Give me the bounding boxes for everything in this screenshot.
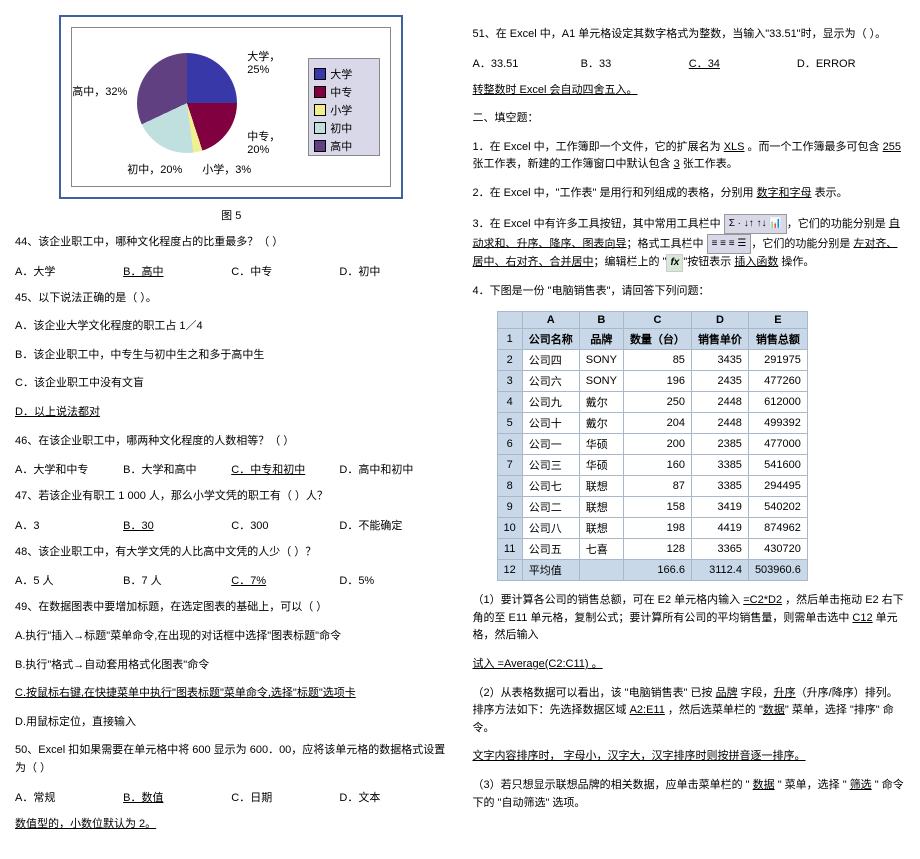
para-1: （1）要计算各公司的销售总额，可在 E2 单元格内输入 =C2*D2 ，然后单击… <box>473 592 906 645</box>
answer-51: 转整数时 Excel 会自动四舍五入。 <box>473 82 906 100</box>
para-2: （2）从表格数据可以看出，该 "电脑销售表" 已按 品牌 字段，升序（升序/降序… <box>473 685 906 738</box>
options-48: A．5 人 B．7 人 C．7% D．5% <box>15 572 448 588</box>
fill-1: 1．在 Excel 中，工作簿即一个文件，它的扩展名为 XLS 。而一个工作簿最… <box>473 139 906 174</box>
question-50: 50、Excel 扣如果需要在单元格中将 600 显示为 600．00，应将该单… <box>15 742 448 777</box>
answer-50: 数值型的，小数位默认为 2。 <box>15 816 448 834</box>
options-44: A．大学 B．高中 C．中专 D．初中 <box>15 263 448 279</box>
pie-chart <box>137 53 237 153</box>
pie-chart-figure: 大学，25% 中专，20% 小学，3% 初中，20% 高中，32% 大学 中专 … <box>59 15 403 199</box>
question-44: 44、该企业职工中，哪种文化程度占的比重最多？（ ） <box>15 234 448 252</box>
para-3: （3）若只想显示联想品牌的相关数据，应单击菜单栏的 " 数据 " 菜单，选择 "… <box>473 777 906 812</box>
options-46: A．大学和中专 B．大学和高中 C．中专和初中 D．高中和初中 <box>15 461 448 477</box>
fill-2: 2．在 Excel 中，"工作表" 是用行和列组成的表格，分别用 数字和字母 表… <box>473 185 906 203</box>
pie-label: 中专，20% <box>247 128 298 156</box>
fx-icon: fx <box>666 254 683 272</box>
fill-4: 4．下图是一份 "电脑销售表"，请回答下列问题： <box>473 283 906 301</box>
question-51: 51、在 Excel 中，A1 单元格设定其数字格式为整数，当输入"33.51"… <box>473 26 906 44</box>
question-47: 47、若该企业有职工 1 000 人，那么小学文凭的职工有（ ）人？ <box>15 488 448 506</box>
toolbar-image-2: ≡ ≡ ≡ ☰ <box>707 234 752 254</box>
options-51: A．33.51 B．33 C．34 D．ERROR <box>473 55 906 71</box>
pie-label: 高中，32% <box>72 83 127 99</box>
pie-label: 大学，25% <box>247 48 298 76</box>
fill-header: 二、填空题： <box>473 110 906 128</box>
question-45: 45、以下说法正确的是（ ）。 <box>15 290 448 308</box>
fill-3: 3．在 Excel 中有许多工具按钮，其中常用工具栏中 Σ · ↓↑ ↑↓ 📊，… <box>473 214 906 272</box>
toolbar-image-1: Σ · ↓↑ ↑↓ 📊 <box>724 214 787 234</box>
question-49: 49、在数据图表中要增加标题，在选定图表的基础上，可以（ ） <box>15 599 448 617</box>
options-47: A．3 B．30 C．300 D．不能确定 <box>15 517 448 533</box>
legend: 大学 中专 小学 初中 高中 <box>308 58 380 156</box>
question-48: 48、该企业职工中，有大学文凭的人比高中文凭的人少（ ）？ <box>15 544 448 562</box>
question-46: 46、在该企业职工中，哪两种文化程度的人数相等？（ ） <box>15 433 448 451</box>
figure-caption: 图 5 <box>15 207 448 223</box>
sales-table: A B C D E 1 公司名称 品牌 数量（台） 销售单价 销售总额 2公司四… <box>497 311 808 581</box>
pie-label: 小学，3% <box>202 161 251 177</box>
left-column: 大学，25% 中专，20% 小学，3% 初中，20% 高中，32% 大学 中专 … <box>15 15 448 844</box>
options-50: A．常规 B．数值 C．日期 D．文本 <box>15 789 448 805</box>
pie-label: 初中，20% <box>127 161 182 177</box>
right-column: 51、在 Excel 中，A1 单元格设定其数字格式为整数，当输入"33.51"… <box>473 15 906 844</box>
